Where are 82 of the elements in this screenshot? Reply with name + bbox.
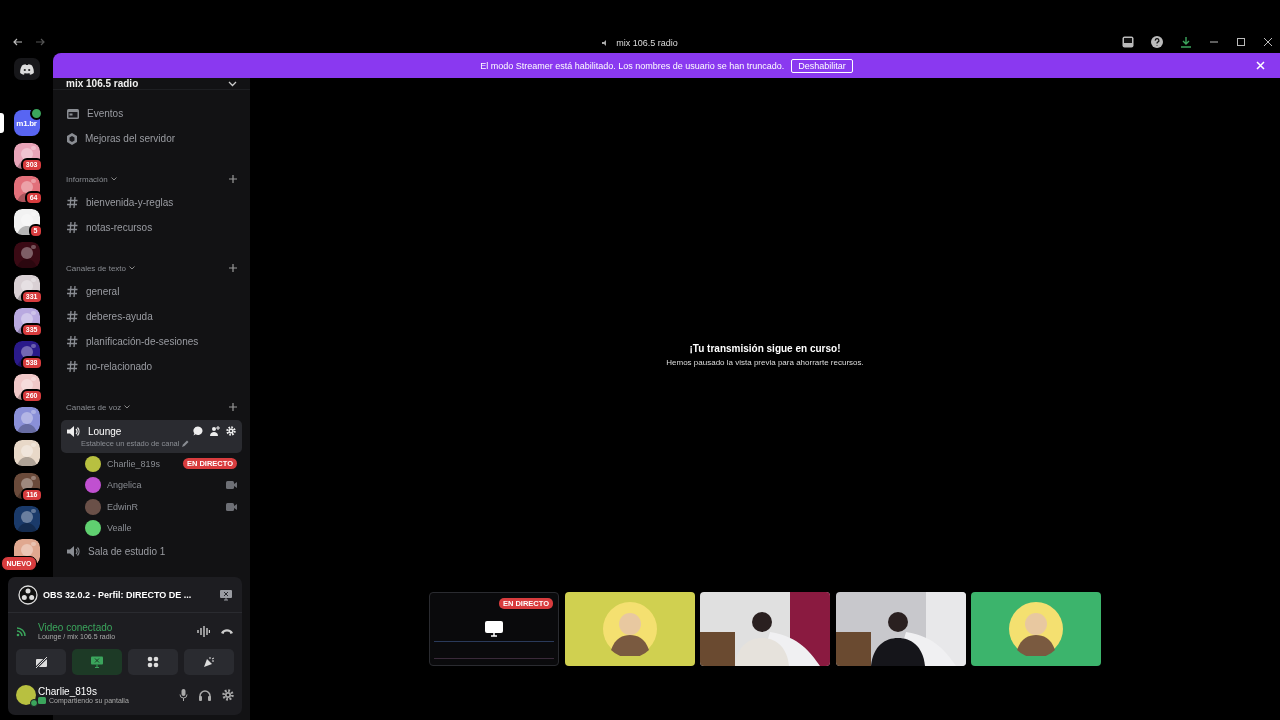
hashtag-icon [67, 222, 78, 233]
username: Charlie_819s [38, 686, 98, 697]
channel-item[interactable]: general [61, 279, 242, 304]
party-popper-icon [203, 656, 215, 668]
add-user-icon[interactable] [209, 426, 220, 436]
stream-notice-title: ¡Tu transmisión sigue en curso! [689, 343, 841, 354]
pencil-icon [182, 439, 190, 447]
help-icon[interactable] [1151, 36, 1163, 48]
channel-item[interactable]: planificación-de-sesiones [61, 329, 242, 354]
chevron-down-icon[interactable] [110, 177, 117, 181]
channel-item[interactable]: notas-recursos [61, 215, 242, 240]
inbox-icon[interactable] [1122, 36, 1134, 48]
server-name[interactable]: mix 106.5 radio [66, 78, 139, 89]
window-title: mix 106.5 radio [616, 38, 678, 48]
screen-share-icon [38, 697, 46, 704]
camera-off-button[interactable] [16, 649, 66, 675]
gem-icon [67, 132, 77, 145]
screen-button[interactable] [72, 649, 122, 675]
app-logo-icon [18, 584, 38, 605]
hashtag-icon [67, 197, 78, 208]
channel-item[interactable]: bienvenida-y-reglas [61, 190, 242, 215]
hashtag-icon [67, 286, 78, 297]
signal-icon [16, 625, 28, 637]
user-avatar[interactable] [16, 685, 36, 705]
voice-member[interactable]: EdwinR [61, 496, 242, 518]
chevron-down-icon[interactable] [124, 405, 131, 409]
voice-member[interactable]: Angelica [61, 474, 242, 496]
soundboard-button[interactable] [184, 649, 234, 675]
speaker-icon [67, 425, 80, 437]
speaker-icon [67, 546, 80, 557]
settings-icon[interactable] [222, 689, 234, 701]
plus-icon[interactable] [229, 264, 237, 272]
channel-name: no-relacionado [86, 361, 153, 372]
channel-name: planificación-de-sesiones [86, 336, 199, 347]
selected-indicator [0, 113, 4, 133]
hashtag-icon [67, 361, 78, 372]
microphone-icon[interactable] [179, 689, 188, 701]
category-header[interactable]: Canales de texto [66, 263, 127, 273]
connection-status[interactable]: Video conectado [38, 622, 116, 633]
stop-stream-icon[interactable] [220, 588, 232, 601]
menu-item[interactable]: Mejoras del servidor [61, 126, 242, 151]
participant-tile[interactable] [564, 592, 695, 666]
plus-icon[interactable] [229, 403, 237, 411]
channel-item[interactable]: deberes-ayuda [61, 304, 242, 329]
streamer-mode-notice: El modo Streamer está habilitado. Los nombres de usuario se han truncado. [480, 60, 785, 71]
grid-icon [147, 656, 159, 668]
screen-icon [91, 656, 103, 668]
plus-icon[interactable] [229, 175, 237, 183]
forward-icon[interactable] [35, 38, 45, 46]
menu-item[interactable]: Eventos [61, 101, 242, 126]
channel-name: deberes-ayuda [86, 311, 153, 322]
stream-source-title: OBS 32.0.2 - Perfil: DIRECTO DE ... [43, 589, 192, 600]
participant-tile[interactable] [971, 592, 1101, 666]
channel-item[interactable]: Sala de estudio 1 [61, 539, 242, 564]
chevron-down-icon[interactable] [129, 266, 136, 270]
voice-member[interactable]: Vealle [61, 517, 242, 539]
channel-name: notas-recursos [86, 222, 153, 233]
discord-logo-icon[interactable] [13, 58, 40, 80]
monitor-icon [485, 621, 503, 637]
disable-button[interactable]: Deshabilitar [791, 58, 853, 73]
category-header[interactable]: Canales de voz [66, 402, 122, 412]
camera-off-icon [34, 656, 48, 668]
back-icon[interactable] [13, 38, 23, 46]
hang-up-icon[interactable] [220, 627, 234, 635]
chevron-down-icon[interactable] [228, 80, 237, 87]
close-icon[interactable] [1263, 37, 1273, 47]
channel-name: Sala de estudio 1 [88, 546, 166, 557]
channel-item[interactable]: no-relacionado [61, 354, 242, 379]
calendar-icon [67, 108, 79, 119]
activities-button[interactable] [128, 649, 178, 675]
hashtag-icon [67, 336, 78, 347]
waveform-icon[interactable] [197, 625, 210, 637]
stream-notice-text: Hemos pausado la vista previa para ahorrarte recursos. [666, 358, 864, 367]
channel-name: Lounge [88, 425, 122, 437]
server-icon[interactable]: m1.br [13, 110, 40, 136]
download-icon[interactable] [1180, 36, 1192, 48]
channel-name: general [86, 286, 120, 297]
category-header[interactable]: Información [66, 174, 108, 184]
headphones-icon[interactable] [199, 689, 211, 701]
hashtag-icon [67, 311, 78, 322]
channel-name: bienvenida-y-reglas [86, 197, 174, 208]
maximize-icon[interactable] [1236, 37, 1246, 47]
